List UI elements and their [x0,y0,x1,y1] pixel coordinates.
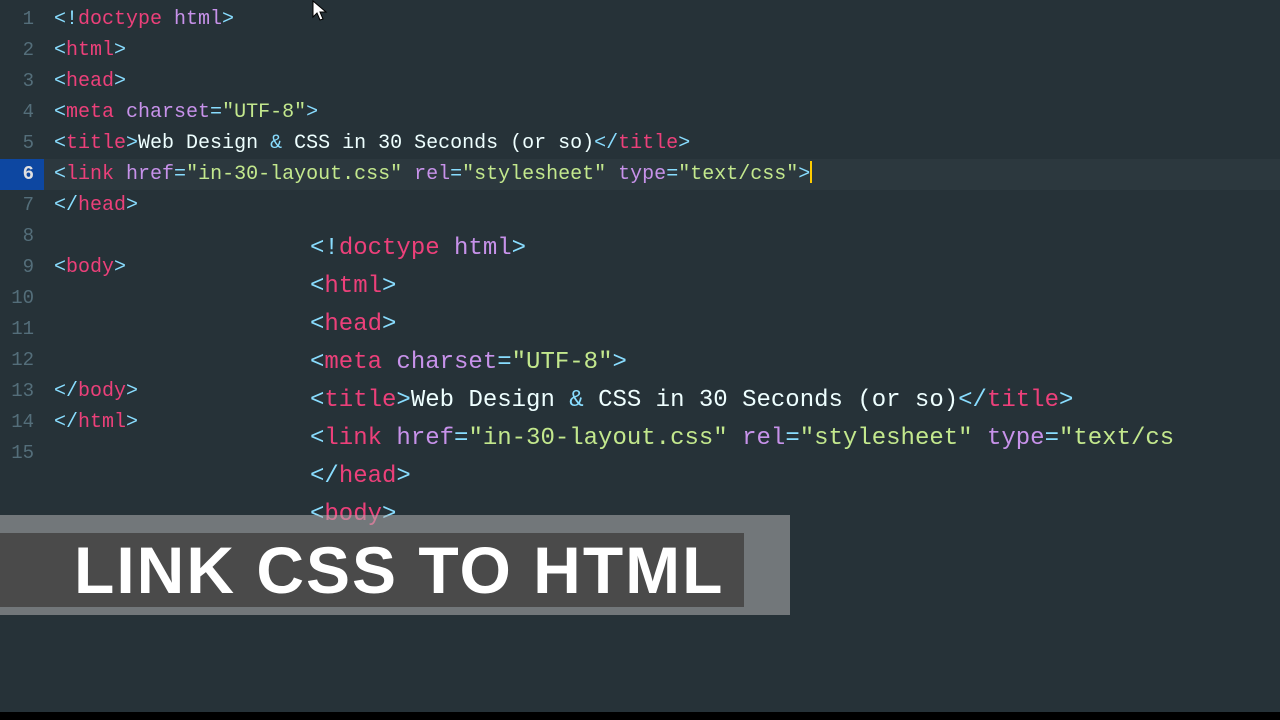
line-number: 3 [0,66,44,97]
overlay-line: <title>Web Design & CSS in 30 Seconds (o… [310,382,1280,420]
overlay-line: <meta charset="UTF-8"> [310,344,1280,382]
line-number: 12 [0,345,44,376]
code-line[interactable]: <title>Web Design & CSS in 30 Seconds (o… [54,128,1280,159]
line-number: 4 [0,97,44,128]
overlay-line: <head> [310,306,1280,344]
overlay-line: </head> [310,458,1280,496]
line-number: 14 [0,407,44,438]
code-line[interactable]: <link href="in-30-layout.css" rel="style… [54,159,1280,190]
line-number: 10 [0,283,44,314]
line-number: 7 [0,190,44,221]
line-number: 5 [0,128,44,159]
line-number: 1 [0,4,44,35]
line-number: 6 [0,159,44,190]
bottom-bar [0,712,1280,720]
code-line[interactable]: <html> [54,35,1280,66]
line-number: 9 [0,252,44,283]
code-line[interactable]: <meta charset="UTF-8"> [54,97,1280,128]
title-banner: LINK CSS TO HTML [0,515,744,589]
line-number: 15 [0,438,44,469]
overlay-line: <link href="in-30-layout.css" rel="style… [310,420,1280,458]
overlay-line: <!doctype html> [310,230,1280,268]
code-line[interactable]: <head> [54,66,1280,97]
banner-text: LINK CSS TO HTML [0,533,744,607]
line-number: 13 [0,376,44,407]
code-line[interactable]: </head> [54,190,1280,221]
code-line[interactable]: <!doctype html> [54,4,1280,35]
line-number: 11 [0,314,44,345]
line-number: 8 [0,221,44,252]
overlay-line: <html> [310,268,1280,306]
line-number: 2 [0,35,44,66]
